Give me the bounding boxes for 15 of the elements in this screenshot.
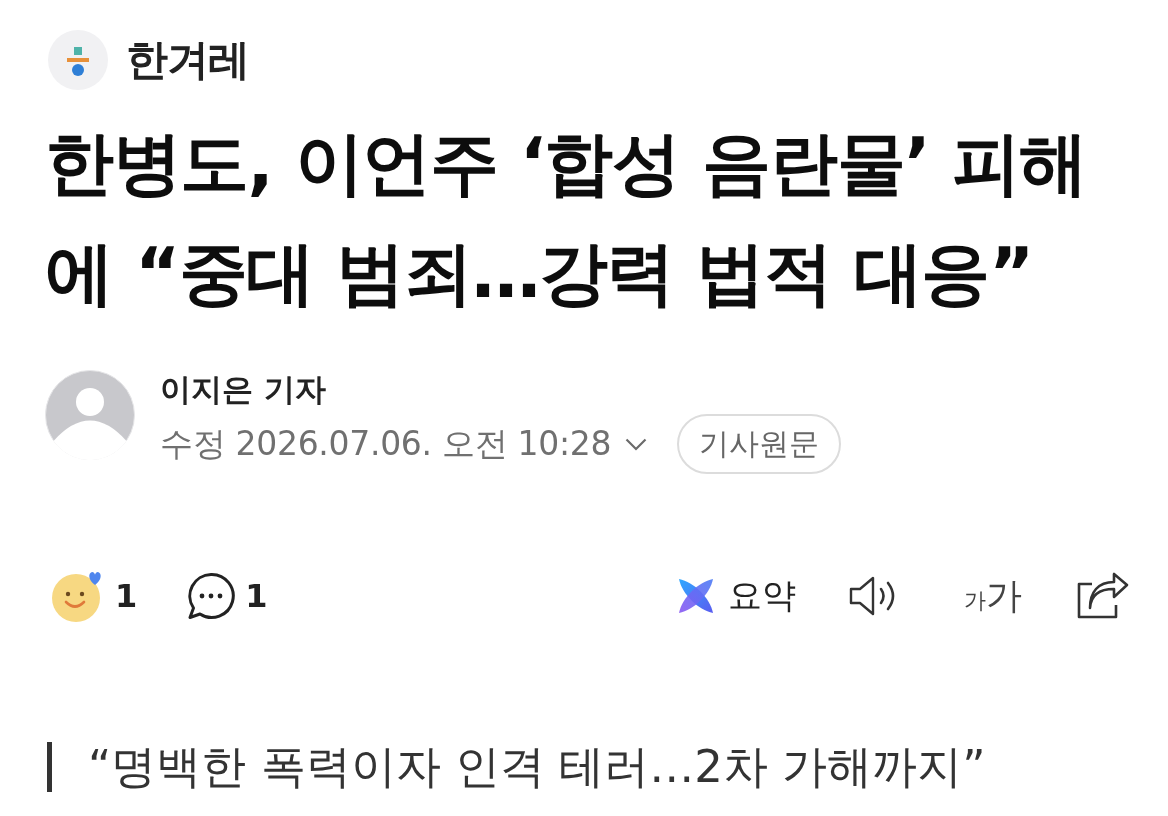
timestamp: 수정 2026.07.06. 오전 10:28 (160, 423, 612, 465)
publisher-name[interactable]: 한겨레 (126, 36, 249, 84)
author-name: 이지은 기자 (160, 370, 326, 408)
summary-icon (676, 576, 716, 616)
comment-icon (187, 572, 236, 620)
summary-button[interactable]: 요약 (676, 573, 796, 619)
original-article-button[interactable]: 기사원문 (677, 414, 842, 474)
chevron-icon[interactable] (625, 437, 648, 451)
avatar-icon (45, 370, 135, 460)
headline: 한병도, 이언주 ‘합성 음란물’ 피해에 “중대 범죄…강력 법적 대응” (45, 122, 1088, 315)
comment-button[interactable]: 1 (187, 572, 268, 620)
text-size-button[interactable]: 가가 (964, 571, 1022, 621)
reaction-button[interactable]: 1 (51, 569, 138, 623)
logo-icon[interactable] (48, 30, 108, 90)
subheading: “명백한 폭력이자 인격 테러…2차 가해까지” (88, 739, 986, 795)
